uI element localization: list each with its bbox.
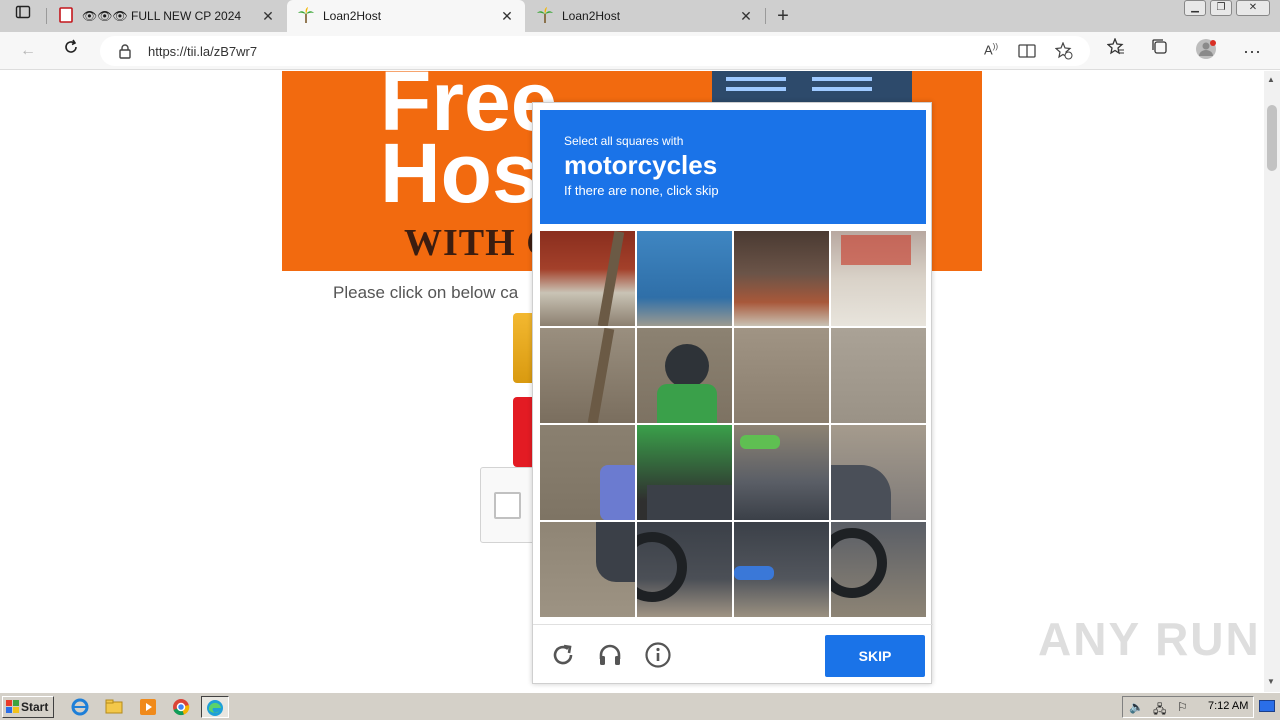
network-icon[interactable]: 🖧 (1153, 700, 1166, 721)
tab-loan2host-active[interactable]: Loan2Host ✕ (287, 0, 525, 32)
scroll-up-icon[interactable]: ▲ (1267, 75, 1275, 84)
scroll-thumb[interactable] (1267, 105, 1277, 171)
close-tab-icon[interactable]: ✕ (499, 8, 515, 25)
chrome-icon[interactable] (171, 697, 191, 717)
grid-tile[interactable] (734, 522, 829, 617)
palm-tree-icon (297, 6, 315, 27)
challenge-hint: If there are none, click skip (564, 183, 719, 198)
tab-title: 👁👁👁 FULL NEW CP 2024 LIVES (82, 9, 242, 23)
grid-tile[interactable] (637, 425, 732, 520)
recaptcha-widget (480, 467, 540, 543)
challenge-header: Select all squares with motorcycles If t… (540, 110, 926, 224)
grid-tile[interactable] (831, 425, 926, 520)
profile-avatar-icon[interactable] (1193, 38, 1219, 64)
grid-tile[interactable] (540, 231, 635, 326)
clock: 7:12 AM (1208, 700, 1249, 712)
immersive-reader-icon[interactable] (1018, 43, 1036, 62)
show-desktop-icon[interactable] (1259, 700, 1275, 712)
favorites-icon[interactable] (1103, 37, 1129, 64)
challenge-footer: SKIP (533, 624, 933, 685)
add-favorite-icon[interactable] (1054, 41, 1073, 63)
server-image (712, 71, 912, 105)
more-options-icon[interactable]: ··· (1239, 38, 1265, 64)
challenge-target: motorcycles (564, 150, 718, 180)
folder-icon[interactable] (104, 697, 124, 717)
anyrun-watermark: ANY RUN (1038, 613, 1261, 665)
audio-challenge-icon[interactable] (596, 641, 624, 669)
close-tab-icon[interactable]: ✕ (738, 8, 754, 25)
start-button[interactable]: Start (2, 696, 54, 718)
grid-tile[interactable] (734, 231, 829, 326)
challenge-image-grid (540, 231, 926, 617)
address-toolbar: ← https://tii.la/zB7wr7 A)) ··· (0, 32, 1280, 70)
restore-icon[interactable]: ❐ (1210, 0, 1232, 16)
grid-tile[interactable] (637, 522, 732, 617)
grid-tile[interactable] (637, 231, 732, 326)
ie-icon[interactable] (70, 697, 90, 717)
challenge-instruction: Select all squares with (564, 134, 684, 148)
url-text: https://tii.la/zB7wr7 (148, 44, 258, 59)
refresh-icon[interactable] (58, 38, 84, 64)
tab-title: Loan2Host (562, 9, 621, 23)
palm-tree-icon (536, 6, 554, 27)
back-icon[interactable]: ← (15, 38, 41, 64)
edge-taskbar-button[interactable] (201, 696, 229, 718)
flag-icon[interactable]: ⚐ (1177, 700, 1188, 714)
media-player-icon[interactable] (138, 697, 158, 717)
tab-cp-lives[interactable]: 👁👁👁 FULL NEW CP 2024 LIVES ✕ (48, 0, 286, 32)
read-aloud-icon[interactable]: A)) (984, 42, 998, 57)
skip-button[interactable]: SKIP (825, 635, 925, 677)
tab-actions-icon[interactable] (10, 3, 36, 29)
grid-tile[interactable] (540, 425, 635, 520)
new-tab-icon[interactable]: + (770, 3, 796, 29)
recaptcha-checkbox[interactable] (494, 492, 521, 519)
tab-loan2host[interactable]: Loan2Host ✕ (526, 0, 764, 32)
collections-icon[interactable] (1147, 38, 1173, 64)
close-window-icon[interactable]: ✕ (1236, 0, 1270, 16)
grid-tile[interactable] (540, 328, 635, 423)
grid-tile[interactable] (734, 425, 829, 520)
close-tab-icon[interactable]: ✕ (260, 8, 276, 25)
windows-logo-icon (6, 700, 20, 720)
tab-bar: 👁👁👁 FULL NEW CP 2024 LIVES ✕ Loan2Host ✕… (0, 0, 1280, 32)
reload-challenge-icon[interactable] (549, 641, 577, 669)
minimize-icon[interactable]: ▁ (1184, 0, 1206, 16)
pdf-icon (58, 6, 74, 26)
grid-tile[interactable] (831, 522, 926, 617)
volume-icon[interactable]: 🔈 (1129, 700, 1144, 714)
lock-icon[interactable] (118, 43, 132, 62)
grid-tile[interactable] (831, 328, 926, 423)
tab-title: Loan2Host (323, 9, 382, 23)
grid-tile[interactable] (734, 328, 829, 423)
address-bar[interactable]: https://tii.la/zB7wr7 A)) (100, 36, 1090, 66)
start-label: Start (21, 700, 49, 714)
recaptcha-challenge: Select all squares with motorcycles If t… (532, 102, 933, 685)
windows-taskbar: Start 🔈 🖧 ⚐ 7:12 AM (0, 692, 1280, 720)
edge-icon (207, 700, 223, 716)
info-icon[interactable] (644, 641, 672, 669)
grid-tile[interactable] (831, 231, 926, 326)
grid-tile[interactable] (540, 522, 635, 617)
page-scrollbar[interactable]: ▲ ▼ (1264, 71, 1280, 692)
grid-tile[interactable] (637, 328, 732, 423)
scroll-down-icon[interactable]: ▼ (1267, 677, 1275, 686)
page-instruction: Please click on below ca (333, 283, 519, 302)
